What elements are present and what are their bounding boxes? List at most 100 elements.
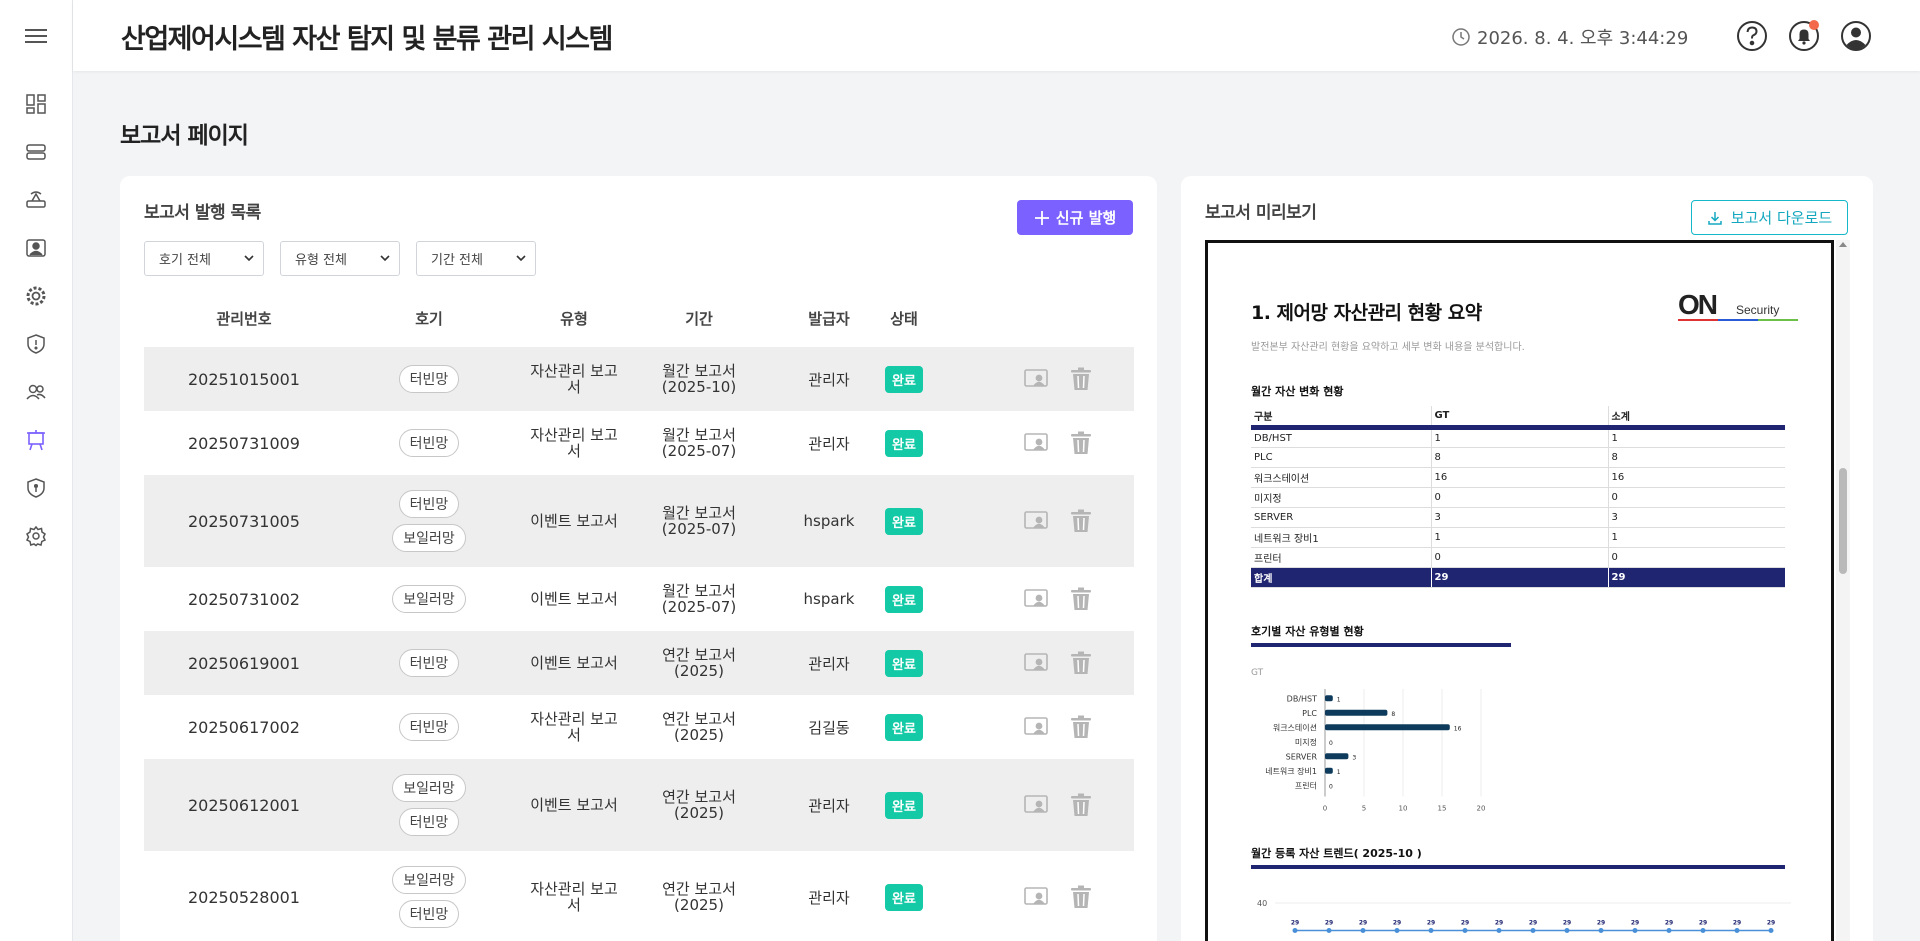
clock-icon bbox=[1452, 28, 1470, 46]
report-period-line: 월간 보고서 bbox=[662, 426, 736, 444]
plant-filter-select[interactable]: 호기 전체 bbox=[144, 241, 264, 276]
report-id: 20250617002 bbox=[188, 717, 300, 737]
sidebar-item-settings[interactable] bbox=[22, 522, 50, 550]
x-tick-label: 0 bbox=[1323, 805, 1327, 813]
x-tick-label: 5 bbox=[1362, 805, 1366, 813]
trend-point bbox=[1496, 928, 1502, 933]
table-row[interactable]: 20250528001 보일러망 터빈망 자산관리 보고 서 연간 보고서 (2025) 관리… bbox=[144, 851, 1134, 941]
table-row[interactable]: 20250617002 터빈망 자산관리 보고 서 연간 보고서 (2025) 김길동 완료 bbox=[144, 695, 1134, 759]
summary-row: 프린터 0 0 bbox=[1251, 547, 1785, 568]
report-document: 1. 제어망 자산관리 현황 요약 ON Security 발전본부 자산관리 … bbox=[1205, 240, 1834, 941]
summary-row: 네트워크 장비1 1 1 bbox=[1251, 527, 1785, 548]
plant-chip: 보일러망 bbox=[392, 866, 466, 894]
trend-point bbox=[1292, 928, 1298, 933]
delete-trash-icon[interactable] bbox=[1070, 509, 1092, 533]
report-period-line: 월간 보고서 bbox=[662, 504, 736, 522]
sidebar-item-monitor[interactable] bbox=[22, 234, 50, 262]
chevron-down-icon bbox=[380, 255, 390, 262]
trend-point bbox=[1394, 928, 1400, 933]
sidebar-item-users[interactable] bbox=[22, 378, 50, 406]
help-button[interactable] bbox=[1735, 19, 1769, 53]
bar-value-label: 8 bbox=[1391, 711, 1395, 718]
bar-value-label: 16 bbox=[1454, 725, 1462, 732]
sidebar-item-reports[interactable] bbox=[22, 426, 50, 454]
preview-report-icon[interactable] bbox=[1024, 368, 1050, 390]
row-actions bbox=[1024, 347, 1134, 411]
summary-cell: 8 bbox=[1607, 447, 1785, 468]
table-row[interactable]: 20250619001 터빈망 이벤트 보고서 연간 보고서 (2025) 관리자 완료 bbox=[144, 631, 1134, 695]
user-account-button[interactable] bbox=[1839, 19, 1873, 53]
preview-report-icon[interactable] bbox=[1024, 886, 1050, 908]
status-cell: 완료 bbox=[844, 759, 964, 851]
notification-badge bbox=[1809, 20, 1819, 30]
plus-icon bbox=[1034, 210, 1049, 225]
scrollbar-thumb[interactable] bbox=[1839, 468, 1847, 574]
table-row[interactable]: 20250731005 터빈망 보일러망 이벤트 보고서 월간 보고서 (2025-07)… bbox=[144, 475, 1134, 567]
delete-trash-icon[interactable] bbox=[1070, 793, 1092, 817]
report-period-line: 월간 보고서 bbox=[662, 582, 736, 600]
status-badge: 완료 bbox=[885, 429, 923, 457]
users-icon bbox=[26, 384, 46, 400]
delete-trash-icon[interactable] bbox=[1070, 587, 1092, 611]
table-row[interactable]: 20250731009 터빈망 자산관리 보고 서 월간 보고서 (2025-07) 관리자… bbox=[144, 411, 1134, 475]
delete-trash-icon[interactable] bbox=[1070, 885, 1092, 909]
preview-report-icon[interactable] bbox=[1024, 510, 1050, 532]
summary-col-subtotal: 소계 bbox=[1607, 406, 1785, 430]
sidebar-item-network[interactable] bbox=[22, 186, 50, 214]
delete-trash-icon[interactable] bbox=[1070, 651, 1092, 675]
preview-scrollbar[interactable] bbox=[1836, 240, 1850, 941]
report-period-line: (2025) bbox=[674, 896, 724, 914]
report-type-line: 이벤트 보고서 bbox=[530, 796, 618, 814]
sidebar-item-dashboard[interactable] bbox=[22, 90, 50, 118]
plant-chip: 보일러망 bbox=[392, 585, 466, 613]
report-id: 20250731009 bbox=[188, 433, 300, 453]
preview-report-icon[interactable] bbox=[1024, 716, 1050, 738]
trend-point bbox=[1632, 928, 1638, 933]
download-report-button[interactable]: 보고서 다운로드 bbox=[1691, 200, 1848, 235]
report-board-icon bbox=[27, 430, 45, 451]
report-list-panel: 보고서 발행 목록 신규 발행 호기 전체 유형 전체 기간 전체 관리번호 호… bbox=[120, 176, 1157, 941]
preview-report-icon[interactable] bbox=[1024, 652, 1050, 674]
summary-cell: 1 bbox=[1430, 527, 1608, 548]
preview-report-icon[interactable] bbox=[1024, 794, 1050, 816]
notifications-button[interactable] bbox=[1787, 19, 1821, 53]
report-type-line: 서 bbox=[567, 726, 581, 744]
y-tick-label: 40 bbox=[1257, 899, 1267, 908]
summary-col-category: 구분 bbox=[1251, 406, 1431, 430]
table-row[interactable]: 20251015001 터빈망 자산관리 보고 서 월간 보고서 (2025-10) 관리자… bbox=[144, 347, 1134, 411]
row-actions bbox=[1024, 567, 1134, 631]
report-period-line: 연간 보고서 bbox=[662, 710, 736, 728]
sidebar-item-servers[interactable] bbox=[22, 138, 50, 166]
new-report-button[interactable]: 신규 발행 bbox=[1017, 200, 1133, 235]
table-row[interactable]: 20250612001 보일러망 터빈망 이벤트 보고서 연간 보고서 (2025) 관리자… bbox=[144, 759, 1134, 851]
preview-report-icon[interactable] bbox=[1024, 432, 1050, 454]
delete-trash-icon[interactable] bbox=[1070, 367, 1092, 391]
section-monthly-change-title: 월간 자산 변화 현황 bbox=[1251, 385, 1344, 398]
current-datetime: 2026. 8. 4. 오후 3:44:29 bbox=[1477, 28, 1689, 49]
hamburger-menu-icon[interactable] bbox=[24, 24, 48, 48]
sidebar-item-config[interactable] bbox=[22, 282, 50, 310]
section-plant-type-title: 호기별 자산 유형별 현황 bbox=[1251, 625, 1364, 638]
chevron-down-icon bbox=[244, 255, 254, 262]
summary-cell: 워크스테이션 bbox=[1251, 467, 1431, 488]
report-id: 20250612001 bbox=[188, 795, 300, 815]
summary-cell: SERVER bbox=[1251, 507, 1431, 528]
summary-total-cell: 29 bbox=[1607, 567, 1785, 588]
logo-sub-text: Security bbox=[1736, 303, 1780, 317]
scroll-up-arrow-icon[interactable] bbox=[1839, 242, 1847, 247]
sidebar-item-security[interactable] bbox=[22, 330, 50, 358]
type-filter-select[interactable]: 유형 전체 bbox=[280, 241, 400, 276]
report-period-line: (2025-07) bbox=[661, 520, 737, 538]
delete-trash-icon[interactable] bbox=[1070, 715, 1092, 739]
delete-trash-icon[interactable] bbox=[1070, 431, 1092, 455]
preview-report-icon[interactable] bbox=[1024, 588, 1050, 610]
table-row[interactable]: 20250731002 보일러망 이벤트 보고서 월간 보고서 (2025-07) hsp… bbox=[144, 567, 1134, 631]
status-cell: 완료 bbox=[844, 695, 964, 759]
report-period-line: 월간 보고서 bbox=[662, 362, 736, 380]
trend-value-label: 29 bbox=[1699, 920, 1707, 927]
bar bbox=[1325, 709, 1388, 716]
sidebar-item-policy[interactable] bbox=[22, 474, 50, 502]
report-id: 20250731002 bbox=[188, 589, 300, 609]
summary-total-row: 합계 29 29 bbox=[1251, 567, 1785, 588]
period-filter-select[interactable]: 기간 전체 bbox=[416, 241, 536, 276]
